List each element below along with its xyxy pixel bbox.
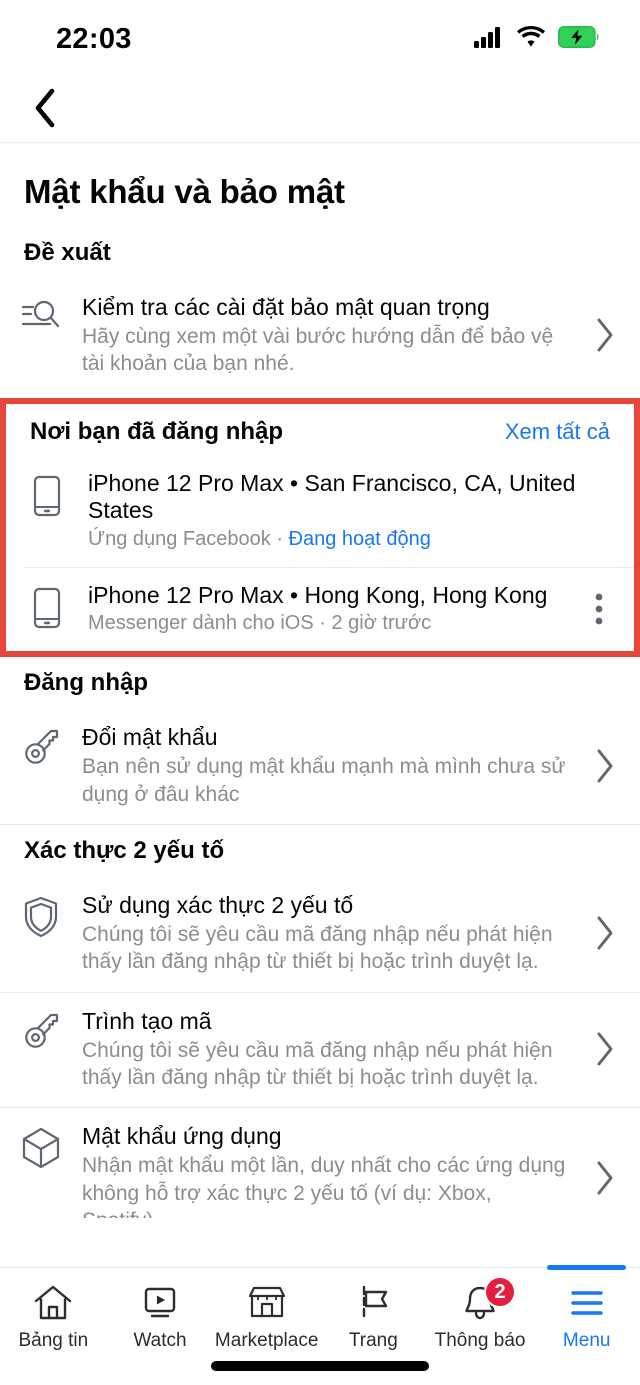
separator: · bbox=[276, 527, 289, 550]
home-indicator bbox=[211, 1361, 429, 1371]
section-title: Đăng nhập bbox=[24, 669, 148, 697]
video-play-icon bbox=[140, 1282, 180, 1324]
row-use-two-factor[interactable]: Sử dụng xác thực 2 yếu tố Chúng tôi sẽ y… bbox=[0, 877, 640, 992]
hamburger-menu-icon bbox=[567, 1282, 607, 1324]
battery-charging-icon bbox=[558, 25, 600, 53]
section-header-suggestions: Đề xuất bbox=[0, 227, 640, 279]
status-bar: 22:03 bbox=[0, 0, 640, 78]
row-subtitle: Nhận mật khẩu một lần, duy nhất cho các … bbox=[82, 1154, 566, 1218]
wifi-icon bbox=[517, 26, 545, 52]
device-name: iPhone 12 Pro Max bbox=[88, 469, 284, 496]
storefront-icon bbox=[246, 1282, 288, 1324]
separator: · bbox=[319, 612, 332, 635]
section-title: Nơi bạn đã đăng nhập bbox=[30, 417, 284, 445]
tab-watch[interactable]: Watch bbox=[107, 1268, 214, 1352]
chevron-right-icon bbox=[588, 317, 622, 353]
tab-label: Bảng tin bbox=[18, 1330, 89, 1351]
device-app: Ứng dụng Facebook bbox=[88, 527, 271, 550]
tab-marketplace[interactable]: Marketplace bbox=[213, 1268, 320, 1352]
chevron-right-icon bbox=[588, 915, 622, 951]
flag-icon bbox=[353, 1282, 393, 1324]
device-status: 2 giờ trước bbox=[331, 612, 432, 635]
tab-pages[interactable]: Trang bbox=[320, 1268, 427, 1352]
shield-icon bbox=[18, 891, 64, 939]
chevron-right-icon bbox=[588, 748, 622, 784]
tab-label: Marketplace bbox=[214, 1330, 319, 1351]
device-app: Messenger dành cho iOS bbox=[88, 612, 314, 635]
bottom-tab-bar: Bảng tin Watch Marketplace Trang 2 Thông… bbox=[0, 1265, 640, 1385]
row-title: Mật khẩu ứng dụng bbox=[82, 1123, 282, 1150]
row-title: Kiểm tra các cài đặt bảo mật quan trọng bbox=[82, 294, 490, 320]
row-security-checkup[interactable]: Kiểm tra các cài đặt bảo mật quan trọng … bbox=[0, 279, 640, 394]
device-status: Đang hoạt động bbox=[288, 527, 431, 550]
home-icon bbox=[33, 1282, 73, 1324]
cellular-signal-icon bbox=[474, 26, 504, 53]
section-header-two-factor: Xác thực 2 yếu tố bbox=[0, 825, 640, 877]
row-title: Đổi mật khẩu bbox=[82, 724, 218, 751]
row-subtitle: Chúng tôi sẽ yêu cầu mã đăng nhập nếu ph… bbox=[82, 923, 553, 974]
chevron-right-icon bbox=[588, 1031, 622, 1067]
settings-scroll-area[interactable]: Mật khẩu và bảo mật Đề xuất Kiểm tra các… bbox=[0, 143, 640, 1218]
section-title: Xác thực 2 yếu tố bbox=[24, 837, 225, 865]
more-options-dots-icon[interactable] bbox=[582, 592, 616, 626]
section-header-where-logged-in: Nơi bạn đã đăng nhập Xem tất cả bbox=[6, 404, 634, 456]
where-you-logged-in-highlight-box: Nơi bạn đã đăng nhập Xem tất cả iPhone 1… bbox=[0, 397, 640, 658]
device-row[interactable]: iPhone 12 Pro Max • Hong Kong, Hong Kong… bbox=[6, 568, 634, 652]
mobile-phone-icon bbox=[24, 470, 70, 518]
device-name-location: iPhone 12 Pro Max • Hong Kong, Hong Kong bbox=[88, 582, 560, 610]
row-subtitle: Bạn nên sử dụng mật khẩu mạnh mà mình ch… bbox=[82, 755, 566, 806]
status-clock: 22:03 bbox=[56, 22, 132, 55]
bell-icon: 2 bbox=[460, 1276, 517, 1324]
tab-label: Watch bbox=[133, 1330, 187, 1351]
cube-icon bbox=[18, 1122, 64, 1170]
tab-menu[interactable]: Menu bbox=[533, 1265, 640, 1352]
tab-label: Trang bbox=[348, 1330, 398, 1351]
row-app-passwords[interactable]: Mật khẩu ứng dụng Nhận mật khẩu một lần,… bbox=[0, 1108, 640, 1218]
section-header-login: Đăng nhập bbox=[0, 657, 640, 709]
notification-badge: 2 bbox=[484, 1276, 517, 1308]
device-meta: Messenger dành cho iOS · 2 giờ trước bbox=[88, 612, 560, 635]
tab-label: Thông báo bbox=[434, 1330, 526, 1351]
key-icon bbox=[18, 723, 64, 769]
row-title: Sử dụng xác thực 2 yếu tố bbox=[82, 892, 354, 919]
status-indicators bbox=[474, 25, 600, 53]
row-change-password[interactable]: Đổi mật khẩu Bạn nên sử dụng mật khẩu mạ… bbox=[0, 709, 640, 824]
mobile-phone-icon bbox=[24, 582, 70, 630]
tab-news-feed[interactable]: Bảng tin bbox=[0, 1268, 107, 1352]
device-name-location: iPhone 12 Pro Max • San Francisco, CA, U… bbox=[88, 470, 612, 525]
device-row[interactable]: iPhone 12 Pro Max • San Francisco, CA, U… bbox=[6, 456, 634, 567]
device-name: iPhone 12 Pro Max bbox=[88, 581, 284, 608]
row-title: Trình tạo mã bbox=[82, 1007, 212, 1034]
navigation-bar bbox=[0, 78, 640, 143]
security-checkup-search-icon bbox=[18, 293, 64, 337]
row-subtitle: Chúng tôi sẽ yêu cầu mã đăng nhập nếu ph… bbox=[82, 1038, 553, 1090]
back-button[interactable] bbox=[22, 87, 68, 133]
see-all-link[interactable]: Xem tất cả bbox=[505, 419, 610, 445]
page-title: Mật khẩu và bảo mật bbox=[24, 173, 345, 210]
device-meta: Ứng dụng Facebook · Đang hoạt động bbox=[88, 528, 612, 551]
section-title: Đề xuất bbox=[24, 239, 111, 266]
row-code-generator[interactable]: Trình tạo mã Chúng tôi sẽ yêu cầu mã đăn… bbox=[0, 993, 640, 1108]
device-location: Hong Kong, Hong Kong bbox=[304, 581, 548, 608]
chevron-left-icon bbox=[32, 88, 58, 133]
row-subtitle: Hãy cùng xem một vài bước hướng dẫn để b… bbox=[82, 325, 554, 376]
tab-notifications[interactable]: 2 Thông báo bbox=[427, 1268, 534, 1352]
separator: • bbox=[290, 469, 299, 496]
key-icon bbox=[18, 1007, 64, 1053]
tab-label: Menu bbox=[562, 1330, 611, 1351]
chevron-right-icon bbox=[588, 1160, 622, 1196]
separator: • bbox=[290, 581, 299, 608]
